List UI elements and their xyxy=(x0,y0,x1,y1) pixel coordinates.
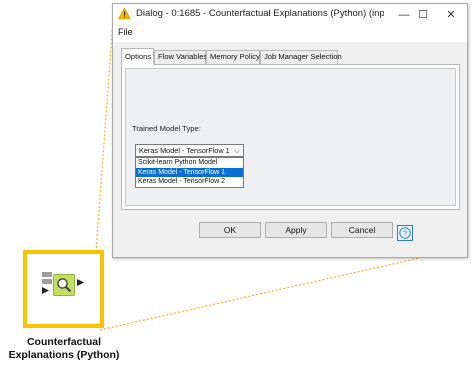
menu-bar: File xyxy=(113,25,467,42)
tab-memory-policy[interactable]: Memory Policy xyxy=(206,50,260,64)
trained-model-type-label: Trained Model Type: xyxy=(132,124,201,133)
menu-file[interactable]: File xyxy=(118,27,133,37)
cancel-button[interactable]: Cancel xyxy=(331,222,393,238)
maximize-button[interactable]: ☐ xyxy=(411,4,435,25)
tab-options[interactable]: Options xyxy=(121,48,154,65)
title-bar: Dialog - 0:1685 - Counterfactual Explana… xyxy=(113,4,467,25)
tab-flow-variables[interactable]: Flow Variables xyxy=(154,50,207,64)
option-keras-tf2[interactable]: Keras Model - TensorFlow 2 xyxy=(136,177,243,187)
apply-button[interactable]: Apply xyxy=(265,222,327,238)
option-keras-tf1[interactable]: Keras Model - TensorFlow 1 xyxy=(136,167,243,177)
chevron-down-icon[interactable]: ⌵ xyxy=(234,146,240,156)
options-panel: Trained Model Type: Keras Model - Tensor… xyxy=(121,64,460,210)
node-label-line1: Counterfactual xyxy=(26,336,102,348)
dialog-title: Dialog - 0:1685 - Counterfactual Explana… xyxy=(136,8,384,19)
close-button[interactable]: ✕ xyxy=(439,4,463,25)
node-label-line2: Explanations (Python) xyxy=(8,349,120,361)
model-type-value: Keras Model - TensorFlow 1 xyxy=(139,146,230,155)
help-button[interactable]: ? xyxy=(397,225,413,241)
dialog-window: Dialog - 0:1685 - Counterfactual Explana… xyxy=(112,3,468,258)
magnifier-icon xyxy=(57,278,72,293)
node-label: Counterfactual Explanations (Python) xyxy=(0,336,128,362)
options-group: Trained Model Type: Keras Model - Tensor… xyxy=(125,68,456,206)
counterfactual-node[interactable] xyxy=(53,274,75,296)
svg-text:?: ? xyxy=(403,229,407,238)
node-highlight-frame xyxy=(23,250,104,328)
warning-icon xyxy=(118,7,131,20)
model-type-select[interactable]: Keras Model - TensorFlow 1 ⌵ xyxy=(135,144,244,157)
model-type-dropdown: Scikit-learn Python Model Keras Model - … xyxy=(135,157,244,188)
help-icon: ? xyxy=(399,227,411,239)
ok-button[interactable]: OK xyxy=(199,222,261,238)
option-scikit-learn[interactable]: Scikit-learn Python Model xyxy=(136,158,243,168)
tab-job-manager-selection[interactable]: Job Manager Selection xyxy=(260,50,342,64)
